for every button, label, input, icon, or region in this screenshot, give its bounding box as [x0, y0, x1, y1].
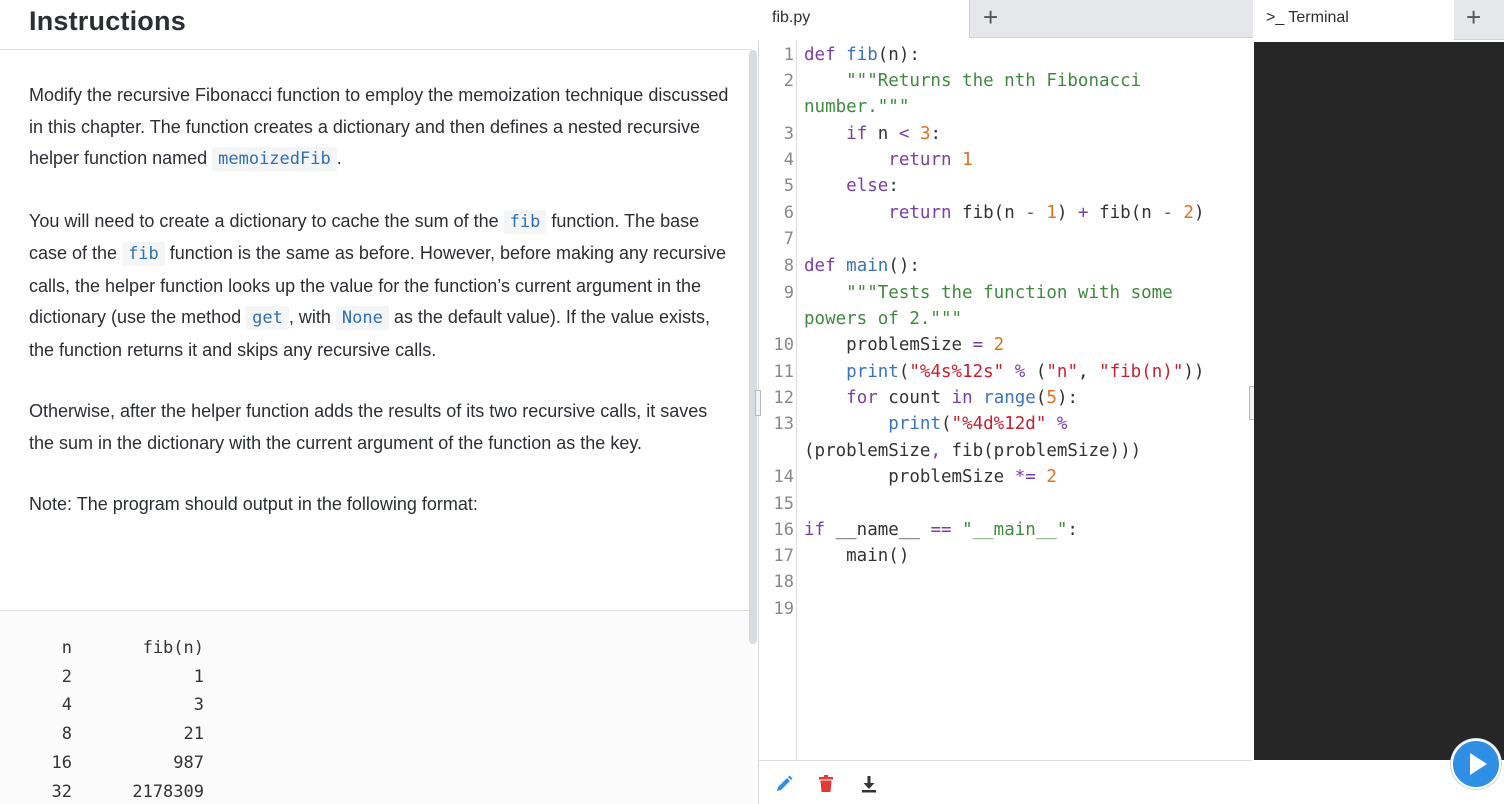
output-n: 32: [51, 782, 72, 802]
output-row: 32 2178309: [0, 782, 300, 804]
line-number: 7: [783, 229, 794, 249]
line-number: 2: [783, 71, 794, 91]
line-number: 5: [783, 176, 794, 196]
add-tab-button[interactable]: +: [983, 2, 998, 33]
tab-terminal[interactable]: >_ Terminal: [1254, 0, 1454, 40]
add-terminal-button[interactable]: +: [1466, 2, 1481, 33]
pencil-icon[interactable]: [773, 773, 795, 795]
line-number: 12: [773, 388, 794, 408]
download-icon[interactable]: [858, 773, 880, 795]
paragraph-text: Modify the recursive Fibonacci function …: [29, 85, 729, 168]
output-n: 2: [61, 667, 72, 687]
line-number: 11: [773, 362, 794, 382]
tab-label: fib.py: [772, 9, 811, 26]
code-line: if n < 3:: [846, 124, 942, 144]
code-line: """Tests the function with some: [804, 283, 1173, 303]
output-header-fib: fib(n): [142, 638, 204, 658]
instructions-title: Instructions: [29, 6, 186, 36]
line-number: 18: [773, 572, 794, 592]
pane-resize-handle-left[interactable]: [755, 390, 761, 416]
code-line: """Returns the nth Fibonacci: [804, 71, 1142, 91]
output-fib: 2178309: [132, 782, 204, 802]
output-header-row: n fib(n): [0, 638, 300, 666]
run-button[interactable]: [1451, 739, 1501, 789]
code-line: problemSize *= 2: [804, 467, 1057, 487]
code-line: return 1: [888, 150, 973, 170]
line-number: 6: [783, 203, 794, 223]
output-fib: 1: [193, 667, 204, 687]
instructions-body: Modify the recursive Fibonacci function …: [29, 80, 729, 551]
code-line: print("%4d%12d" %: [888, 414, 1068, 434]
code-line: problemSize = 2: [804, 335, 1005, 355]
trash-icon[interactable]: [815, 773, 837, 795]
line-number: 1: [783, 45, 794, 65]
editor-toolbar: [758, 760, 1252, 804]
code-editor[interactable]: 1 2 3 4 5 6 7 8 9 10 11 12 13 14 15 16 1…: [758, 40, 1252, 760]
instructions-paragraph-2: You will need to create a dictionary to …: [29, 206, 729, 367]
line-number-gutter: 1 2 3 4 5 6 7 8 9 10 11 12 13 14 15 16 1…: [759, 40, 797, 760]
tab-fib-py[interactable]: fib.py: [758, 0, 970, 38]
instructions-paragraph-3: Otherwise, after the helper function add…: [29, 401, 708, 453]
play-icon: [1470, 753, 1487, 775]
code-line: main(): [804, 546, 910, 566]
inline-code-fib: fib: [503, 209, 547, 234]
inline-code-none: None: [335, 306, 389, 330]
output-fib: 987: [173, 753, 204, 773]
instructions-panel: Instructions Modify the recursive Fibona…: [0, 0, 752, 804]
terminal-tab-label: >_ Terminal: [1266, 9, 1349, 26]
code-line: def main():: [804, 256, 920, 276]
instructions-header: Instructions: [0, 0, 752, 50]
line-number: 14: [773, 467, 794, 487]
line-number: 8: [783, 256, 794, 276]
code-line: return fib(n - 1) + fib(n - 2): [888, 203, 1205, 223]
output-row: 16 987: [0, 753, 300, 781]
paragraph-text: You will need to create a dictionary to …: [29, 210, 504, 231]
output-row: 2 1: [0, 667, 300, 695]
code-line: else:: [846, 176, 899, 196]
output-fib: 21: [183, 724, 204, 744]
code-line-wrap: number.""": [804, 97, 910, 117]
instructions-paragraph-1: Modify the recursive Fibonacci function …: [29, 80, 729, 176]
inline-code-get: get: [246, 306, 289, 330]
line-number: 9: [783, 283, 794, 303]
output-n: 8: [61, 724, 72, 744]
line-number: 15: [773, 494, 794, 514]
line-number: 17: [773, 546, 794, 566]
code-line: for count in range(5):: [846, 388, 1079, 408]
output-n: 16: [51, 753, 72, 773]
paragraph-text: .: [336, 148, 342, 168]
code-line: def fib(n):: [804, 45, 920, 65]
expected-output-block: n fib(n) 2 1 4 3 8 21 16 987 32 2178309: [0, 611, 752, 804]
paragraph-text: , with: [288, 307, 336, 327]
inline-code-fib: fib: [122, 242, 165, 266]
instructions-scrollbar[interactable]: [749, 50, 757, 644]
code-line-wrap: (problemSize, fib(problemSize))): [804, 441, 1142, 461]
output-fib: 3: [193, 695, 204, 715]
line-number: 13: [773, 414, 794, 434]
code-line: if __name__ == "__main__":: [804, 520, 1078, 540]
code-line: print("%4s%12s" % ("n", "fib(n)")): [846, 362, 1205, 382]
line-number: 16: [773, 520, 794, 540]
code-line-wrap: powers of 2.""": [804, 309, 963, 329]
line-number: 19: [773, 599, 794, 619]
inline-code-memoizedfib: memoizedFib: [212, 147, 337, 171]
output-n: 4: [61, 695, 72, 715]
output-row: 4 3: [0, 695, 300, 723]
editor-tab-bar: fib.py +: [758, 0, 1253, 38]
terminal-tab-bar: >_ Terminal +: [1254, 0, 1504, 40]
instructions-paragraph-4: Note: The program should output in the f…: [29, 494, 478, 514]
terminal-output[interactable]: [1254, 42, 1504, 760]
line-number: 3: [783, 124, 794, 144]
line-number: 4: [783, 150, 794, 170]
output-row: 8 21: [0, 724, 300, 752]
output-header-n: n: [61, 638, 72, 658]
line-number: 10: [773, 335, 794, 355]
